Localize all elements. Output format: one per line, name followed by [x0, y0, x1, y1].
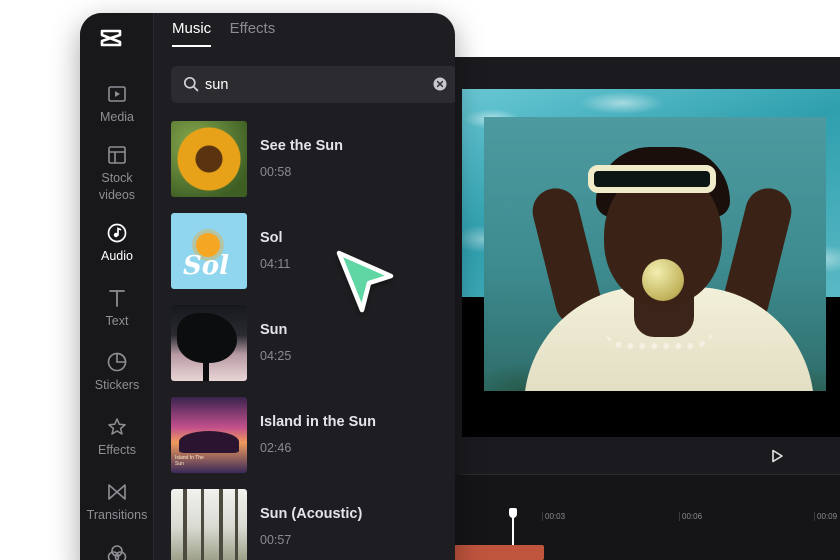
preview-photo: [484, 117, 826, 391]
list-item[interactable]: Sol Sol 04:11: [171, 213, 455, 289]
track-thumbnail: [171, 489, 247, 560]
playhead-handle[interactable]: [509, 508, 517, 518]
timeline-ruler: 00:03 00:06 00:09: [430, 512, 840, 534]
track-thumbnail: [171, 121, 247, 197]
sidebar-item-label: Stickers: [94, 378, 140, 392]
sidebar-item-text[interactable]: Text: [80, 287, 154, 330]
search-bar: [171, 66, 455, 103]
capcut-logo-icon: [100, 29, 122, 47]
audio-panel: Music Effects See the Sun 00:58: [155, 13, 455, 560]
filters-icon: [107, 545, 127, 560]
tick-label: 00:06: [682, 512, 703, 521]
sidebar-item-stickers[interactable]: Stickers: [80, 351, 154, 394]
sidebar-item-transitions[interactable]: Transitions: [80, 481, 154, 524]
tree-trunk: [201, 489, 204, 560]
island-silhouette: [179, 431, 239, 453]
track-duration: 00:58: [260, 165, 292, 179]
tree-trunk: [219, 489, 223, 560]
sidebar-item-more[interactable]: [80, 543, 154, 560]
track-title: Sol: [260, 230, 283, 246]
media-icon: [108, 86, 126, 102]
sidebar-item-label: Transitions: [86, 508, 148, 522]
photo-necklace: [604, 327, 714, 349]
track-title: Island in the Sun: [260, 414, 377, 430]
clear-search-icon[interactable]: [433, 77, 447, 91]
track-duration: 04:11: [260, 257, 291, 271]
sidebar: Media Stock videos Audio Text Stickers E…: [80, 13, 154, 560]
list-item[interactable]: See the Sun 00:58: [171, 121, 455, 197]
transitions-icon: [108, 484, 126, 500]
tree-trunk: [203, 345, 209, 381]
thumbnail-text: Sol: [183, 251, 229, 281]
track-duration: 02:46: [260, 441, 292, 455]
track-title: Sun (Acoustic): [260, 506, 363, 522]
track-duration: 04:25: [260, 349, 292, 363]
tick-line: [814, 512, 815, 521]
timeline[interactable]: 00:03 00:06 00:09: [430, 475, 840, 560]
photo-bubble: [642, 259, 684, 301]
track-thumbnail: [171, 305, 247, 381]
sidebar-item-label: Audio: [101, 249, 133, 263]
stock-videos-icon: [108, 146, 126, 164]
pointer-cursor-icon: [336, 250, 394, 313]
tick-label: 00:03: [545, 512, 566, 521]
tick-line: [679, 512, 680, 521]
track-title: Sun: [260, 322, 288, 338]
text-icon: [109, 290, 125, 307]
list-item[interactable]: Sun (Acoustic) 00:57: [171, 489, 455, 560]
sidebar-item-label: Stock videos: [98, 171, 136, 202]
stage: 00:03 00:06 00:09 Media Stock videos Aud…: [0, 0, 840, 560]
track-title: See the Sun: [260, 138, 343, 154]
thumbnail-caption: Island In The Sun: [175, 455, 204, 467]
editor-window: 00:03 00:06 00:09: [430, 57, 840, 560]
tick-label: 00:09: [817, 512, 838, 521]
tree-trunk: [183, 489, 187, 560]
effects-icon: [108, 418, 126, 435]
tab-effects[interactable]: Effects: [230, 20, 276, 45]
sidebar-item-label: Media: [99, 110, 135, 124]
photo-sunglasses: [588, 165, 716, 193]
sidebar-item-label: Text: [105, 314, 129, 328]
tree-trunk: [235, 489, 238, 560]
track-thumbnail: Island In The Sun: [171, 397, 247, 473]
tick-line: [542, 512, 543, 521]
audio-icon: [107, 223, 127, 243]
play-icon[interactable]: [769, 448, 785, 464]
audio-clip[interactable]: [454, 545, 544, 560]
search-icon: [183, 76, 199, 92]
sidebar-item-effects[interactable]: Effects: [80, 416, 154, 459]
panel-tabs: Music Effects: [172, 20, 289, 48]
sidebar-item-audio[interactable]: Audio: [80, 222, 154, 265]
sidebar-item-stock-videos[interactable]: Stock videos: [80, 144, 154, 204]
stickers-icon: [107, 352, 127, 372]
search-input[interactable]: [205, 66, 425, 103]
track-thumbnail: Sol: [171, 213, 247, 289]
video-preview[interactable]: [462, 89, 840, 437]
sidebar-item-label: Effects: [98, 443, 136, 457]
tab-music[interactable]: Music: [172, 20, 212, 47]
list-item[interactable]: Island In The Sun Island in the Sun 02:4…: [171, 397, 455, 473]
player-bar: [462, 437, 840, 475]
sidebar-item-media[interactable]: Media: [80, 83, 154, 126]
track-duration: 00:57: [260, 533, 292, 547]
list-item[interactable]: Sun 04:25: [171, 305, 455, 381]
